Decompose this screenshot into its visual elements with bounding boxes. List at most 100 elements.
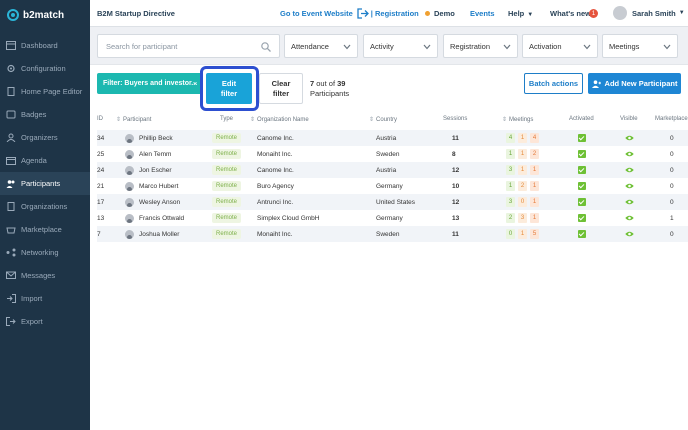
cell-visible[interactable] <box>625 178 634 194</box>
batch-actions-button[interactable]: Batch actions <box>524 73 583 94</box>
col-type[interactable]: Type <box>220 116 233 122</box>
table-row[interactable]: 24 Jon Escher Remote Canome Inc. Austria… <box>97 162 688 178</box>
table-row[interactable]: 17 Wesley Anson Remote Antrunci Inc. Uni… <box>97 194 688 210</box>
activation-dropdown[interactable]: Activation <box>522 34 598 58</box>
sidebar-item-import[interactable]: Import <box>0 287 90 310</box>
sidebar-item-participants[interactable]: Participants <box>0 172 90 195</box>
edit-filter-button[interactable]: Edit filter <box>206 73 252 104</box>
cell-activated[interactable] <box>578 130 586 146</box>
cell-activated[interactable] <box>578 194 586 210</box>
add-participant-button[interactable]: Add New Participant <box>588 73 681 94</box>
col-id[interactable]: ID <box>97 116 103 122</box>
col-activated[interactable]: Activated <box>569 116 594 122</box>
col-label: Country <box>376 117 398 123</box>
sidebar-item-messages[interactable]: Messages <box>0 264 90 287</box>
cell-participant[interactable]: Marco Hubert <box>125 178 178 194</box>
cell-activated[interactable] <box>578 210 586 226</box>
registration-link[interactable]: | Registration <box>371 9 419 18</box>
cell-visible[interactable] <box>625 130 634 146</box>
avatar <box>613 6 627 20</box>
cell-country: Austria <box>376 166 397 174</box>
cell-participant[interactable]: Francis Ottwald <box>125 210 184 226</box>
whats-new-button[interactable]: What's new <box>550 9 591 18</box>
filter-pill-label: Filter: Buyers and investor... <box>103 80 198 87</box>
table-row[interactable]: 21 Marco Hubert Remote Buro Agency Germa… <box>97 178 688 194</box>
cell-id: 25 <box>97 150 105 158</box>
sidebar-item-label: Agenda <box>21 156 47 165</box>
cell-activated[interactable] <box>578 146 586 162</box>
sidebar-item-badges[interactable]: Badges <box>0 103 90 126</box>
chevron-down-icon: ▼ <box>678 10 685 16</box>
clear-filter-label: Clear filter <box>272 79 291 99</box>
count-shown: 7 <box>310 79 315 88</box>
col-meetings[interactable]: ⇕ Meetings <box>502 116 533 123</box>
sidebar-item-dashboard[interactable]: Dashboard <box>0 34 90 57</box>
cell-participant[interactable]: Jon Escher <box>125 162 172 178</box>
table-row[interactable]: 25 Alen Temm Remote Monaiht Inc. Sweden … <box>97 146 688 162</box>
table-row[interactable]: 13 Francis Ottwald Remote Simplex Cloud … <box>97 210 688 226</box>
cell-participant[interactable]: Phillip Beck <box>125 130 173 146</box>
participants-icon <box>6 179 16 188</box>
cell-activated[interactable] <box>578 178 586 194</box>
sidebar-item-organizers[interactable]: Organizers <box>0 126 90 149</box>
eye-icon <box>625 183 634 189</box>
search-input[interactable]: Search for participant <box>97 34 280 58</box>
calendar-icon <box>6 156 16 165</box>
activity-dropdown[interactable]: Activity <box>363 34 438 58</box>
dropdown-label: Activity <box>370 41 394 51</box>
participant-name: Joshua Moller <box>139 230 180 238</box>
cell-visible[interactable] <box>625 146 634 162</box>
cell-activated[interactable] <box>578 162 586 178</box>
cell-activated[interactable] <box>578 226 586 242</box>
sidebar-item-organizations[interactable]: Organizations <box>0 195 90 218</box>
go-to-event-website-link[interactable]: Go to Event Website | Registration <box>280 7 419 19</box>
sidebar-item-home-page-editor[interactable]: Home Page Editor <box>0 80 90 103</box>
registration-dropdown[interactable]: Registration <box>443 34 518 58</box>
sidebar-item-agenda[interactable]: Agenda <box>0 149 90 172</box>
user-menu[interactable]: Sarah Smith ▼ <box>613 6 685 20</box>
logo-text: b2match <box>23 9 65 21</box>
sidebar-item-configuration[interactable]: Configuration <box>0 57 90 80</box>
col-visible[interactable]: Visible <box>620 116 638 122</box>
sort-icon: ⇕ <box>369 117 375 123</box>
cell-visible[interactable] <box>625 226 634 242</box>
export-icon <box>6 317 16 326</box>
col-participant[interactable]: ⇕ Participant <box>116 116 151 123</box>
cell-visible[interactable] <box>625 210 634 226</box>
cell-visible[interactable] <box>625 162 634 178</box>
cell-sessions: 11 <box>452 134 459 142</box>
meetings-dropdown[interactable]: Meetings <box>602 34 678 58</box>
sidebar-item-networking[interactable]: Networking <box>0 241 90 264</box>
cell-meetings: 301 <box>506 194 542 210</box>
cell-country: Sweden <box>376 150 400 158</box>
table-row[interactable]: 34 Phillip Beck Remote Canome Inc. Austr… <box>97 130 688 146</box>
event-title: B2M Startup Directive <box>97 8 175 18</box>
b2match-logo[interactable]: b2match <box>0 0 90 30</box>
cell-sessions: 11 <box>452 230 459 238</box>
type-tag: Remote <box>212 133 242 143</box>
cell-visible[interactable] <box>625 194 634 210</box>
col-country[interactable]: ⇕ Country <box>369 116 397 123</box>
demo-status[interactable]: Demo <box>425 9 455 18</box>
table-row[interactable]: 7 Joshua Moller Remote Monaiht Inc. Swed… <box>97 226 688 242</box>
cell-sessions: 12 <box>452 166 460 174</box>
cell-country: Austria <box>376 134 397 142</box>
notification-badge: 1 <box>589 9 598 18</box>
cell-participant[interactable]: Wesley Anson <box>125 194 180 210</box>
events-link[interactable]: Events <box>470 9 495 18</box>
file-icon <box>6 87 16 96</box>
sidebar-item-marketplace[interactable]: Marketplace <box>0 218 90 241</box>
clear-filter-button[interactable]: Clear filter <box>259 73 303 104</box>
attendance-dropdown[interactable]: Attendance <box>284 34 358 58</box>
cell-organization: Simplex Cloud GmbH <box>257 214 320 222</box>
edit-filter-line2: filter <box>220 88 238 98</box>
col-organization[interactable]: ⇕ Organization Name <box>250 116 309 123</box>
count-label: Participants <box>310 89 350 99</box>
help-menu[interactable]: Help ▼ <box>508 9 533 18</box>
col-sessions[interactable]: Sessions <box>443 116 467 122</box>
sidebar-item-export[interactable]: Export <box>0 310 90 333</box>
cell-participant[interactable]: Alen Temm <box>125 146 171 162</box>
active-filter-dropdown[interactable]: Filter: Buyers and investor... ⌄ <box>97 73 202 94</box>
cell-participant[interactable]: Joshua Moller <box>125 226 179 242</box>
col-marketplace[interactable]: Marketplace <box>655 116 688 122</box>
